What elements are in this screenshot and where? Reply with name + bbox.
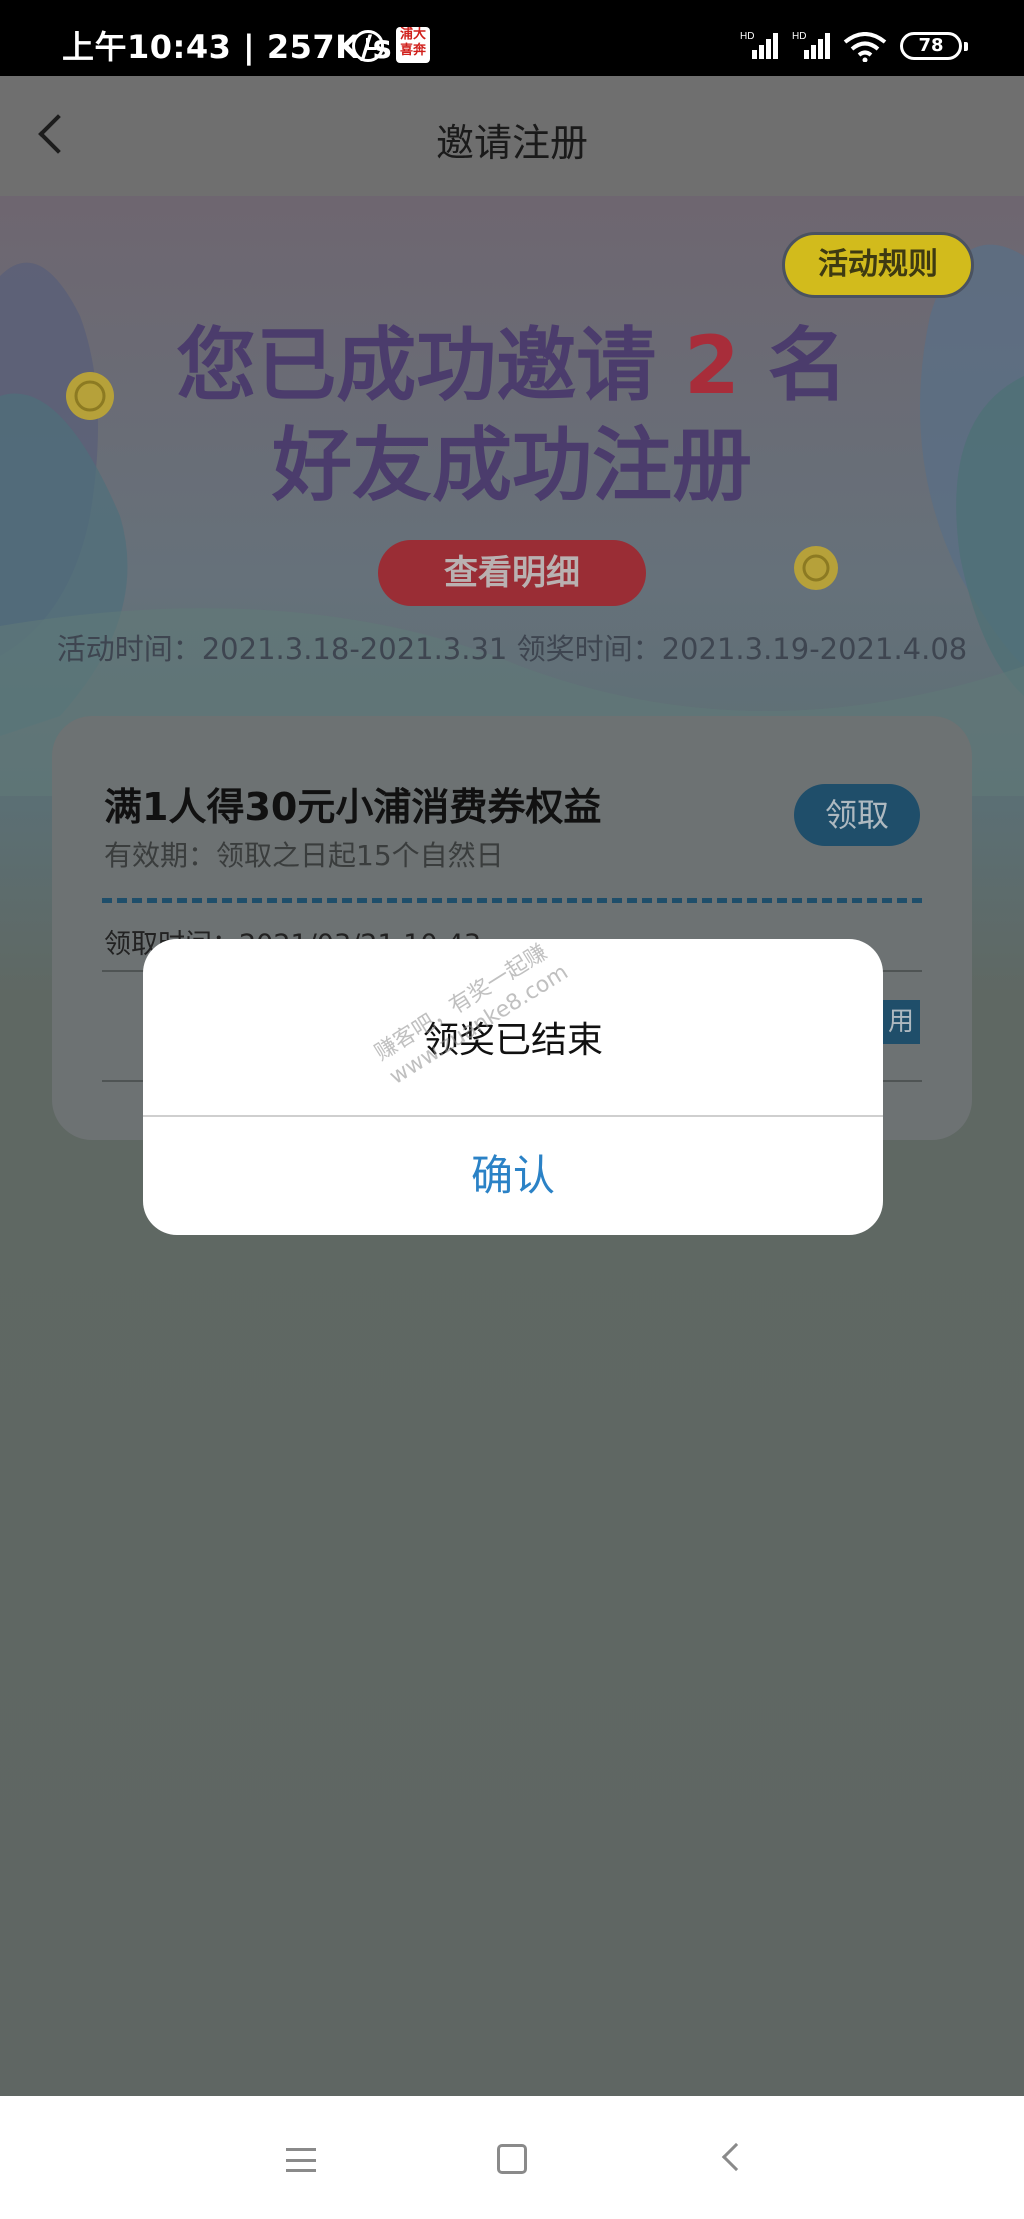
view-details-button[interactable]: 查看明细 bbox=[378, 540, 646, 606]
cellular-signal-icon: HD bbox=[792, 31, 830, 59]
page-title: 邀请注册 bbox=[435, 121, 588, 165]
reward-validity: 有效期：领取之日起15个自然日 bbox=[104, 839, 504, 872]
battery-indicator: 78 bbox=[900, 32, 968, 60]
card-dashed-divider bbox=[102, 898, 922, 903]
status-time-speed: 上午10:43 | 257K/s bbox=[62, 28, 393, 66]
confirm-button[interactable]: 确认 bbox=[143, 1117, 883, 1235]
system-navigation-bar bbox=[0, 2096, 1024, 2219]
headline-line2: 好友成功注册 bbox=[272, 419, 752, 512]
reward-title: 满1人得30元小浦消费券权益 bbox=[104, 785, 602, 829]
wifi-icon bbox=[843, 32, 887, 62]
headline-line1-prefix: 您已成功邀请 bbox=[176, 319, 657, 412]
activity-rules-button[interactable]: 活动规则 bbox=[782, 232, 974, 298]
headline-line1-suffix: 名 bbox=[767, 319, 848, 412]
invite-headline: 您已成功邀请 2 名 好友成功注册 bbox=[0, 316, 1024, 516]
app-notification-badge: 浦大喜奔 bbox=[396, 27, 430, 63]
claim-button[interactable]: 领取 bbox=[794, 784, 920, 846]
app-header: 邀请注册 bbox=[0, 76, 1024, 196]
status-bar: 上午10:43 | 257K/s 浦大喜奔 HD HD 78 bbox=[0, 0, 1024, 76]
home-square-icon[interactable] bbox=[497, 2144, 527, 2174]
signal-hd-label: HD bbox=[740, 31, 754, 42]
coin-icon bbox=[794, 546, 838, 590]
activity-period-text: 活动时间：2021.3.18-2021.3.31 领奖时间：2021.3.19-… bbox=[56, 632, 968, 666]
signal-hd-label: HD bbox=[792, 31, 806, 42]
menu-icon[interactable] bbox=[286, 2148, 316, 2172]
invite-count: 2 bbox=[684, 319, 740, 412]
alarm-clock-icon bbox=[352, 30, 384, 62]
back-triangle-icon[interactable] bbox=[721, 2142, 751, 2172]
cellular-signal-icon: HD bbox=[740, 31, 778, 59]
